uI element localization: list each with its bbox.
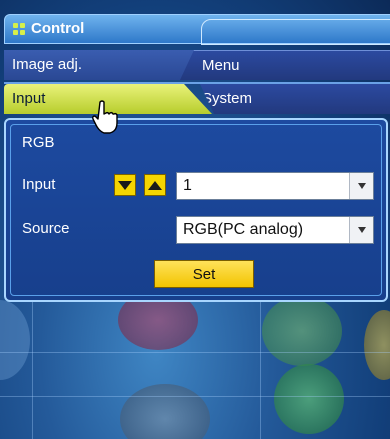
input-down-button[interactable] xyxy=(114,174,136,196)
decor-bubble xyxy=(120,384,210,439)
triangle-up-icon xyxy=(148,180,162,190)
section-title: RGB xyxy=(22,134,55,151)
tab-system[interactable]: System xyxy=(200,84,390,114)
grid-icon xyxy=(13,23,25,35)
tab-label: System xyxy=(202,90,253,107)
source-select-value: RGB(PC analog) xyxy=(183,221,304,238)
decor-bubble xyxy=(262,296,342,366)
set-button[interactable]: Set xyxy=(154,260,254,288)
hand-pointer-icon xyxy=(92,100,118,134)
input-up-button[interactable] xyxy=(144,174,166,196)
decor-line xyxy=(260,300,261,439)
triangle-down-icon xyxy=(118,180,132,190)
control-window: Control Image adj. Menu Input System RGB… xyxy=(0,0,390,439)
tab-label: Menu xyxy=(202,57,240,74)
decor-line xyxy=(0,352,390,353)
decor-line xyxy=(0,396,390,397)
tab-menu[interactable]: Menu xyxy=(180,50,390,80)
source-select[interactable]: RGB(PC analog) xyxy=(176,216,374,244)
tab-label: Image adj. xyxy=(12,56,83,73)
tab-label: Input xyxy=(12,90,46,107)
tab-image-adj[interactable]: Image adj. xyxy=(4,50,194,80)
set-button-label: Set xyxy=(192,266,216,283)
input-panel: RGB Input 1 Source RGB(PC analog) Set xyxy=(4,118,388,302)
title-bar: Control xyxy=(4,14,390,45)
decor-line xyxy=(32,300,33,439)
decor-bubble xyxy=(0,300,30,380)
window-title: Control xyxy=(31,20,85,37)
title-bar-outline xyxy=(201,19,390,45)
chevron-down-icon[interactable] xyxy=(349,217,373,243)
input-select[interactable]: 1 xyxy=(176,172,374,200)
input-label: Input xyxy=(22,176,56,193)
decor-bubble xyxy=(274,364,344,434)
decor-bubble xyxy=(364,310,390,380)
input-select-value: 1 xyxy=(183,177,192,194)
tab-divider xyxy=(4,82,390,84)
source-label: Source xyxy=(22,220,70,237)
chevron-down-icon[interactable] xyxy=(349,173,373,199)
